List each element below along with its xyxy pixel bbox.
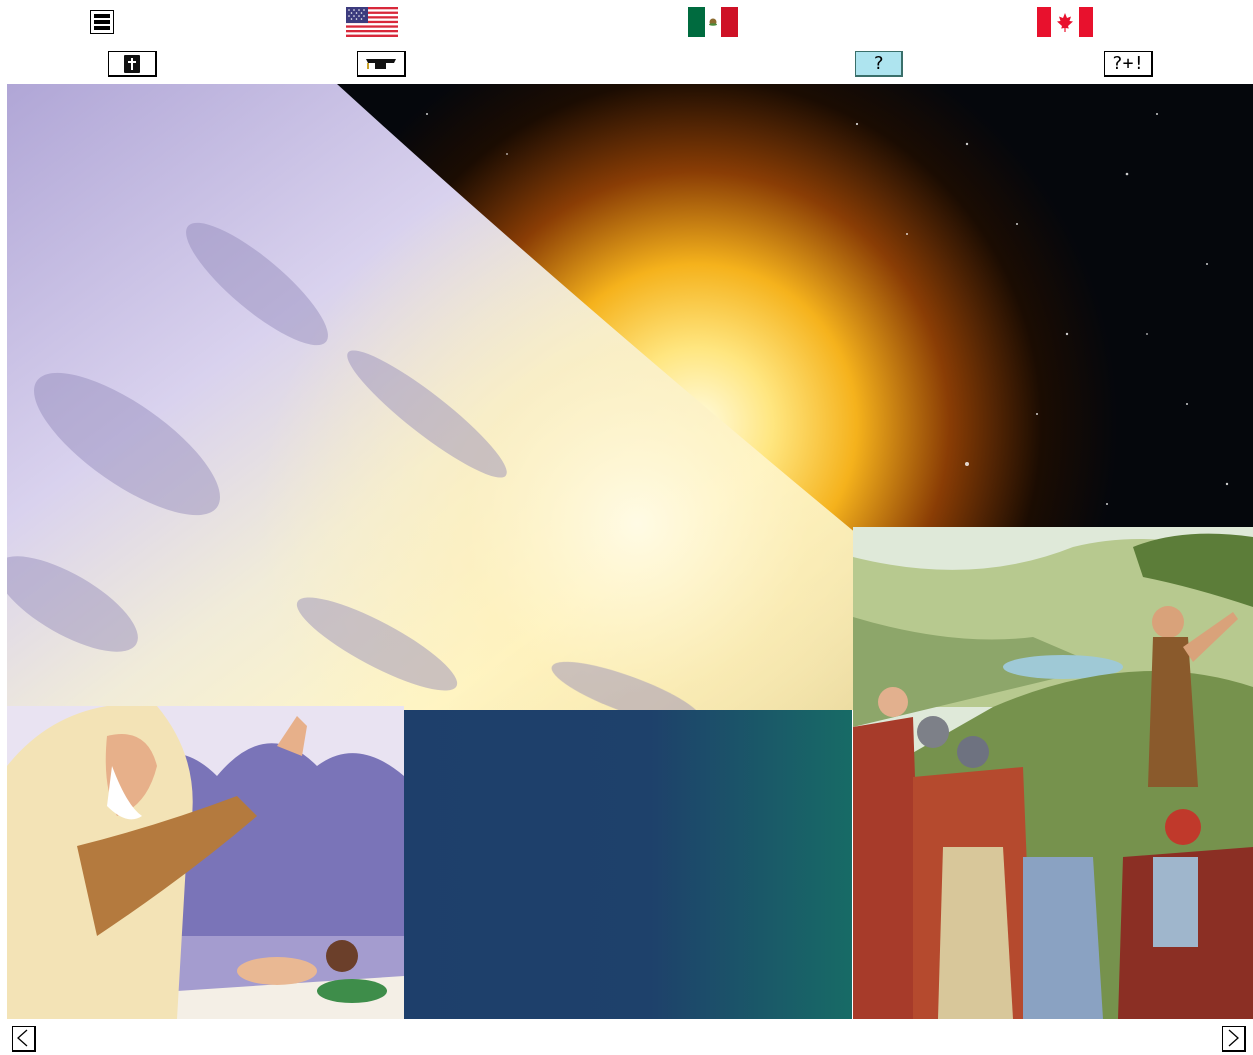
question-answer-button[interactable]: ?+!: [1104, 51, 1153, 77]
chevron-left-icon: [17, 1029, 28, 1047]
canada-flag-icon[interactable]: [1037, 7, 1093, 37]
john-the-baptist-illustration: [853, 527, 1253, 1019]
education-button[interactable]: [357, 51, 406, 77]
previous-button[interactable]: [12, 1026, 36, 1052]
image-collage: [7, 84, 1253, 1019]
hamburger-menu-icon[interactable]: [90, 10, 114, 34]
next-button[interactable]: [1222, 1026, 1246, 1052]
question-button-label: ?: [873, 53, 884, 74]
bible-book-icon: [124, 54, 140, 73]
question-button[interactable]: ?: [855, 51, 903, 77]
abraham-with-baby-illustration: [7, 706, 404, 1019]
graduation-cap-icon: [366, 58, 396, 69]
us-flag-icon[interactable]: [346, 7, 398, 37]
chevron-right-icon: [1228, 1029, 1239, 1047]
gradient-panel: [404, 710, 852, 1019]
bible-button[interactable]: [108, 51, 157, 77]
mexico-flag-icon[interactable]: [688, 7, 738, 37]
abraham-with-baby-image[interactable]: [7, 706, 404, 1019]
john-the-baptist-preaching-image[interactable]: [853, 527, 1253, 1019]
question-answer-button-label: ?+!: [1111, 53, 1145, 74]
